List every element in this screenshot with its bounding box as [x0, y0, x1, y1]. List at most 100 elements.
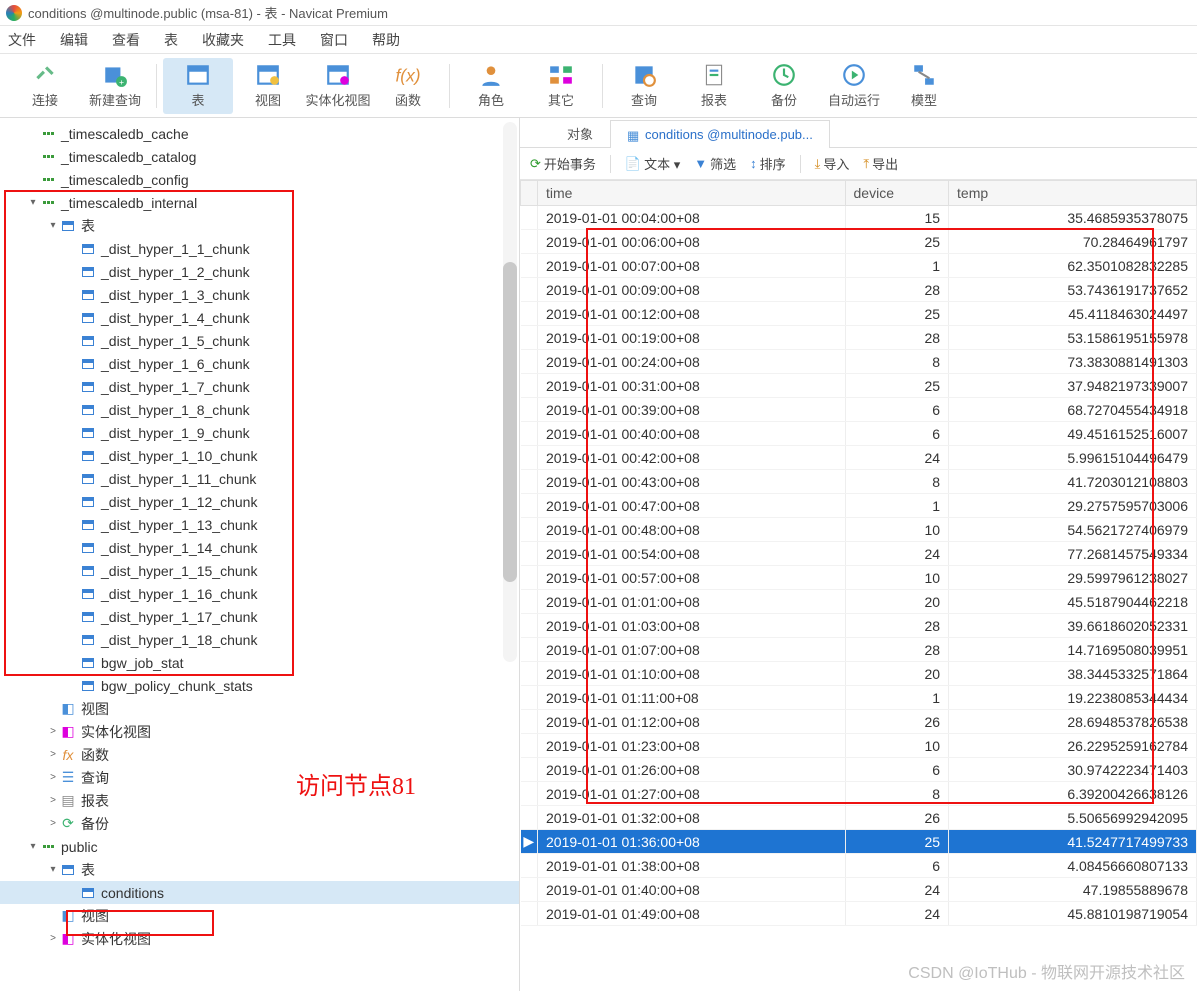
- tree-schema-public[interactable]: ▾public: [0, 835, 519, 858]
- toolbar-role-button[interactable]: 角色: [456, 58, 526, 114]
- tree-table-_dist_hyper_1_13_chunk[interactable]: _dist_hyper_1_13_chunk: [0, 513, 519, 536]
- tree-table-_dist_hyper_1_12_chunk[interactable]: _dist_hyper_1_12_chunk: [0, 490, 519, 513]
- table-row[interactable]: 2019-01-01 00:43:00+08841.7203012108803: [521, 470, 1197, 494]
- tree-internal-实体化视图[interactable]: >◧实体化视图: [0, 720, 519, 743]
- tree-table-_dist_hyper_1_8_chunk[interactable]: _dist_hyper_1_8_chunk: [0, 398, 519, 421]
- table-row[interactable]: 2019-01-01 00:06:00+082570.28464961797: [521, 230, 1197, 254]
- tree-table-_dist_hyper_1_4_chunk[interactable]: _dist_hyper_1_4_chunk: [0, 306, 519, 329]
- begin-transaction-button[interactable]: ⟳开始事务: [530, 154, 596, 173]
- toolbar-function-button[interactable]: f(x)函数: [373, 58, 443, 114]
- tree-public-实体化视图[interactable]: >◧实体化视图: [0, 927, 519, 950]
- tree-internal-视图[interactable]: ◧视图: [0, 697, 519, 720]
- table-row[interactable]: 2019-01-01 01:40:00+082447.19855889678: [521, 878, 1197, 902]
- tree-public-视图[interactable]: ◧视图: [0, 904, 519, 927]
- table-row[interactable]: 2019-01-01 00:47:00+08129.2757595703006: [521, 494, 1197, 518]
- sort-button[interactable]: ↕排序: [750, 154, 786, 173]
- menu-edit[interactable]: 编辑: [60, 30, 88, 50]
- filter-button[interactable]: ▼筛选: [694, 154, 736, 173]
- export-button[interactable]: ⤒导出: [863, 154, 898, 173]
- table-row[interactable]: 2019-01-01 01:11:00+08119.2238085344434: [521, 686, 1197, 710]
- tree-table-_dist_hyper_1_2_chunk[interactable]: _dist_hyper_1_2_chunk: [0, 260, 519, 283]
- tree-table-conditions[interactable]: conditions: [0, 881, 519, 904]
- tree-table-_dist_hyper_1_5_chunk[interactable]: _dist_hyper_1_5_chunk: [0, 329, 519, 352]
- tree-table-_dist_hyper_1_6_chunk[interactable]: _dist_hyper_1_6_chunk: [0, 352, 519, 375]
- table-row[interactable]: 2019-01-01 01:01:00+082045.5187904462218: [521, 590, 1197, 614]
- tree-table-_dist_hyper_1_16_chunk[interactable]: _dist_hyper_1_16_chunk: [0, 582, 519, 605]
- tree-table-bgw_job_stat[interactable]: bgw_job_stat: [0, 651, 519, 674]
- sidebar-scrollbar[interactable]: [503, 122, 517, 662]
- tree-table-_dist_hyper_1_1_chunk[interactable]: _dist_hyper_1_1_chunk: [0, 237, 519, 260]
- menu-help[interactable]: 帮助: [372, 30, 400, 50]
- toolbar-backup-button[interactable]: 备份: [749, 58, 819, 114]
- table-row[interactable]: 2019-01-01 00:07:00+08162.3501082832285: [521, 254, 1197, 278]
- table-row[interactable]: 2019-01-01 01:32:00+08265.50656992942095: [521, 806, 1197, 830]
- tree-table-_dist_hyper_1_7_chunk[interactable]: _dist_hyper_1_7_chunk: [0, 375, 519, 398]
- table-row[interactable]: 2019-01-01 01:10:00+082038.3445332571864: [521, 662, 1197, 686]
- table-row[interactable]: 2019-01-01 01:12:00+082628.6948537826538: [521, 710, 1197, 734]
- col-time[interactable]: time: [538, 181, 846, 206]
- menu-tools[interactable]: 工具: [268, 30, 296, 50]
- table-row[interactable]: 2019-01-01 00:39:00+08668.7270455434918: [521, 398, 1197, 422]
- toolbar-view-button[interactable]: 视图: [233, 58, 303, 114]
- toolbar-other-button[interactable]: 其它: [526, 58, 596, 114]
- table-row[interactable]: 2019-01-01 00:57:00+081029.5997961238027: [521, 566, 1197, 590]
- table-row[interactable]: 2019-01-01 00:42:00+08245.99615104496479: [521, 446, 1197, 470]
- tree-internal-tables[interactable]: ▾表: [0, 214, 519, 237]
- table-row[interactable]: 2019-01-01 01:03:00+082839.6618602052331: [521, 614, 1197, 638]
- menu-favorites[interactable]: 收藏夹: [202, 30, 244, 50]
- tree-internal-查询[interactable]: >☰查询: [0, 766, 519, 789]
- table-row[interactable]: 2019-01-01 00:54:00+082477.2681457549334: [521, 542, 1197, 566]
- table-row[interactable]: 2019-01-01 00:31:00+082537.9482197339007: [521, 374, 1197, 398]
- table-row[interactable]: ▶2019-01-01 01:36:00+082541.524771749973…: [521, 830, 1197, 854]
- toolbar-autorun-button[interactable]: 自动运行: [819, 58, 889, 114]
- tree-table-_dist_hyper_1_18_chunk[interactable]: _dist_hyper_1_18_chunk: [0, 628, 519, 651]
- table-row[interactable]: 2019-01-01 00:04:00+081535.4685935378075: [521, 206, 1197, 230]
- menu-window[interactable]: 窗口: [320, 30, 348, 50]
- tree-schema-_timescaledb_config[interactable]: _timescaledb_config: [0, 168, 519, 191]
- table-row[interactable]: 2019-01-01 00:12:00+082545.4118463024497: [521, 302, 1197, 326]
- table-row[interactable]: 2019-01-01 00:40:00+08649.4516152516007: [521, 422, 1197, 446]
- tree-table-_dist_hyper_1_17_chunk[interactable]: _dist_hyper_1_17_chunk: [0, 605, 519, 628]
- toolbar-table-button[interactable]: 表: [163, 58, 233, 114]
- tree-table-_dist_hyper_1_14_chunk[interactable]: _dist_hyper_1_14_chunk: [0, 536, 519, 559]
- tree-table-_dist_hyper_1_11_chunk[interactable]: _dist_hyper_1_11_chunk: [0, 467, 519, 490]
- tree-schema-_timescaledb_cache[interactable]: _timescaledb_cache: [0, 122, 519, 145]
- table-row[interactable]: 2019-01-01 00:19:00+082853.1586195155978: [521, 326, 1197, 350]
- table-row[interactable]: 2019-01-01 00:09:00+082853.7436191737652: [521, 278, 1197, 302]
- toolbar-query-button[interactable]: 查询: [609, 58, 679, 114]
- text-mode-button[interactable]: 📄文本 ▾: [625, 154, 680, 173]
- toolbar-connect-button[interactable]: 连接: [10, 58, 80, 114]
- tree-table-_dist_hyper_1_10_chunk[interactable]: _dist_hyper_1_10_chunk: [0, 444, 519, 467]
- tree-internal-备份[interactable]: >⟳备份: [0, 812, 519, 835]
- import-button[interactable]: ⤓导入: [815, 154, 850, 173]
- table-row[interactable]: 2019-01-01 01:27:00+0886.39200426638126: [521, 782, 1197, 806]
- table-row[interactable]: 2019-01-01 01:49:00+082445.8810198719054: [521, 902, 1197, 926]
- toolbar-model-button[interactable]: 模型: [889, 58, 959, 114]
- table-row[interactable]: 2019-01-01 00:48:00+081054.5621727406979: [521, 518, 1197, 542]
- table-row[interactable]: 2019-01-01 01:07:00+082814.7169508039951: [521, 638, 1197, 662]
- col-device[interactable]: device: [845, 181, 949, 206]
- table-row[interactable]: 2019-01-01 01:23:00+081026.2295259162784: [521, 734, 1197, 758]
- tab-conditions[interactable]: ▦conditions @multinode.pub...: [610, 120, 830, 148]
- menu-view[interactable]: 查看: [112, 30, 140, 50]
- toolbar-report-button[interactable]: 报表: [679, 58, 749, 114]
- col-temp[interactable]: temp: [949, 181, 1197, 206]
- menu-file[interactable]: 文件: [8, 30, 36, 50]
- table-row[interactable]: 2019-01-01 01:26:00+08630.9742223471403: [521, 758, 1197, 782]
- tree-table-_dist_hyper_1_3_chunk[interactable]: _dist_hyper_1_3_chunk: [0, 283, 519, 306]
- tree-schema-internal[interactable]: ▾_timescaledb_internal: [0, 191, 519, 214]
- tree-table-_dist_hyper_1_15_chunk[interactable]: _dist_hyper_1_15_chunk: [0, 559, 519, 582]
- tab-objects[interactable]: 对象: [550, 119, 610, 147]
- tree-internal-函数[interactable]: >fx函数: [0, 743, 519, 766]
- tree-public-tables[interactable]: ▾表: [0, 858, 519, 881]
- tree-table-bgw_policy_chunk_stats[interactable]: bgw_policy_chunk_stats: [0, 674, 519, 697]
- table-row[interactable]: 2019-01-01 01:38:00+0864.08456660807133: [521, 854, 1197, 878]
- toolbar-matview-button[interactable]: 实体化视图: [303, 58, 373, 114]
- toolbar-newquery-button[interactable]: +新建查询: [80, 58, 150, 114]
- tree-table-_dist_hyper_1_9_chunk[interactable]: _dist_hyper_1_9_chunk: [0, 421, 519, 444]
- tree-internal-报表[interactable]: >▤报表: [0, 789, 519, 812]
- tree-schema-_timescaledb_catalog[interactable]: _timescaledb_catalog: [0, 145, 519, 168]
- data-grid[interactable]: timedevicetemp2019-01-01 00:04:00+081535…: [520, 180, 1197, 991]
- menu-table[interactable]: 表: [164, 30, 178, 50]
- table-row[interactable]: 2019-01-01 00:24:00+08873.3830881491303: [521, 350, 1197, 374]
